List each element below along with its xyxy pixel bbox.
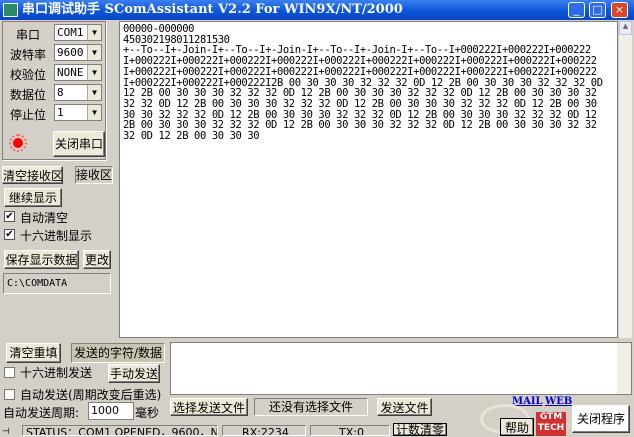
period-label: 自动发送周期:	[3, 406, 80, 420]
setting-select[interactable]: 9600 ▼	[54, 44, 102, 61]
auto-clear-label: 自动清空	[20, 211, 69, 225]
title-bar: 串口调试助手 SComAssistant V2.2 For WIN9X/NT/2…	[0, 0, 634, 20]
send-text-area[interactable]	[170, 342, 632, 395]
status-icon: ⊣	[2, 427, 10, 437]
hex-display-checkbox[interactable]: ✔	[4, 229, 15, 240]
chevron-down-icon[interactable]: ▼	[87, 25, 101, 40]
setting-label: 数据位	[9, 88, 46, 102]
setting-label: 波特率	[9, 48, 46, 62]
close-app-button[interactable]: 关闭程序	[572, 405, 630, 433]
send-data-label: 发送的字符/数据	[71, 343, 165, 363]
manual-send-button[interactable]: 手动发送	[108, 364, 160, 383]
tx-counter: TX:0	[310, 425, 390, 436]
receive-scrollbar[interactable]: ▲	[618, 21, 632, 338]
setting-select[interactable]: 1 ▼	[54, 104, 102, 121]
setting-label: 停止位	[9, 108, 46, 122]
period-input[interactable]: 1000	[88, 402, 134, 420]
setting-value: 1	[57, 106, 64, 119]
close-port-button[interactable]: 关闭串口	[53, 131, 105, 157]
chevron-down-icon[interactable]: ▼	[87, 105, 101, 120]
clear-receive-button[interactable]: 清空接收区	[2, 166, 63, 184]
setting-label: 校验位	[9, 68, 46, 82]
period-unit: 毫秒	[135, 406, 160, 420]
setting-label: 串口	[15, 28, 40, 42]
status-text: STATUS：COM1 OPENED，9600，N，8，1	[22, 425, 218, 436]
led-indicator	[9, 134, 27, 152]
setting-select[interactable]: COM1 ▼	[54, 24, 102, 41]
auto-clear-checkbox[interactable]: ✔	[4, 211, 15, 222]
setting-value: 8	[57, 86, 64, 99]
setting-value: NONE	[57, 66, 84, 79]
send-file-button[interactable]: 发送文件	[377, 398, 432, 416]
setting-select[interactable]: NONE ▼	[54, 64, 102, 81]
minimize-button[interactable]: _	[568, 2, 585, 18]
send-scrollbar[interactable]	[617, 343, 631, 394]
app-icon	[3, 3, 18, 17]
receive-area-label: 接收区	[75, 166, 113, 184]
tech-logo: GTM TECH	[536, 412, 566, 436]
auto-send-label: 自动发送(周期改变后重选)	[20, 388, 162, 402]
help-button[interactable]: 帮助	[500, 418, 534, 436]
web-link[interactable]: WEB	[545, 396, 572, 407]
window-title: 串口调试助手 SComAssistant V2.2 For WIN9X/NT/2…	[22, 2, 403, 17]
choose-file-button[interactable]: 选择发送文件	[170, 398, 248, 416]
scroll-up-icon[interactable]: ▲	[619, 21, 632, 35]
chevron-down-icon[interactable]: ▼	[87, 45, 101, 60]
receive-text-area[interactable]: 00000-000000 450302198011281530 +--To--I+-…	[119, 21, 618, 338]
hex-display-label: 十六进制显示	[20, 229, 93, 243]
close-button[interactable]: ×	[611, 2, 628, 18]
rx-counter: RX:2234	[222, 425, 306, 436]
reset-count-button[interactable]: 计数清零	[393, 423, 447, 436]
change-path-button[interactable]: 更改	[83, 250, 111, 269]
maximize-button[interactable]: □	[589, 2, 606, 18]
chevron-down-icon[interactable]: ▼	[87, 85, 101, 100]
save-data-button[interactable]: 保存显示数据	[4, 250, 79, 269]
clear-resend-button[interactable]: 清空重填	[6, 343, 61, 363]
hex-send-checkbox[interactable]	[4, 367, 15, 378]
setting-select[interactable]: 8 ▼	[54, 84, 102, 101]
hex-send-label: 十六进制发送	[20, 366, 93, 380]
receive-line: 32 0D 12 2B 00 30 30 30	[123, 130, 260, 143]
file-name-display: 还没有选择文件	[254, 398, 368, 416]
setting-value: COM1	[57, 26, 84, 39]
setting-value: 9600	[57, 46, 84, 59]
chevron-down-icon[interactable]: ▼	[87, 65, 101, 80]
auto-send-checkbox[interactable]	[4, 389, 15, 400]
receive-line: I+000222I+000222I+000222I+000222I+000222…	[123, 65, 597, 78]
save-path-field: C:\COMDATA	[3, 273, 111, 294]
continue-display-button[interactable]: 继续显示	[4, 188, 62, 207]
